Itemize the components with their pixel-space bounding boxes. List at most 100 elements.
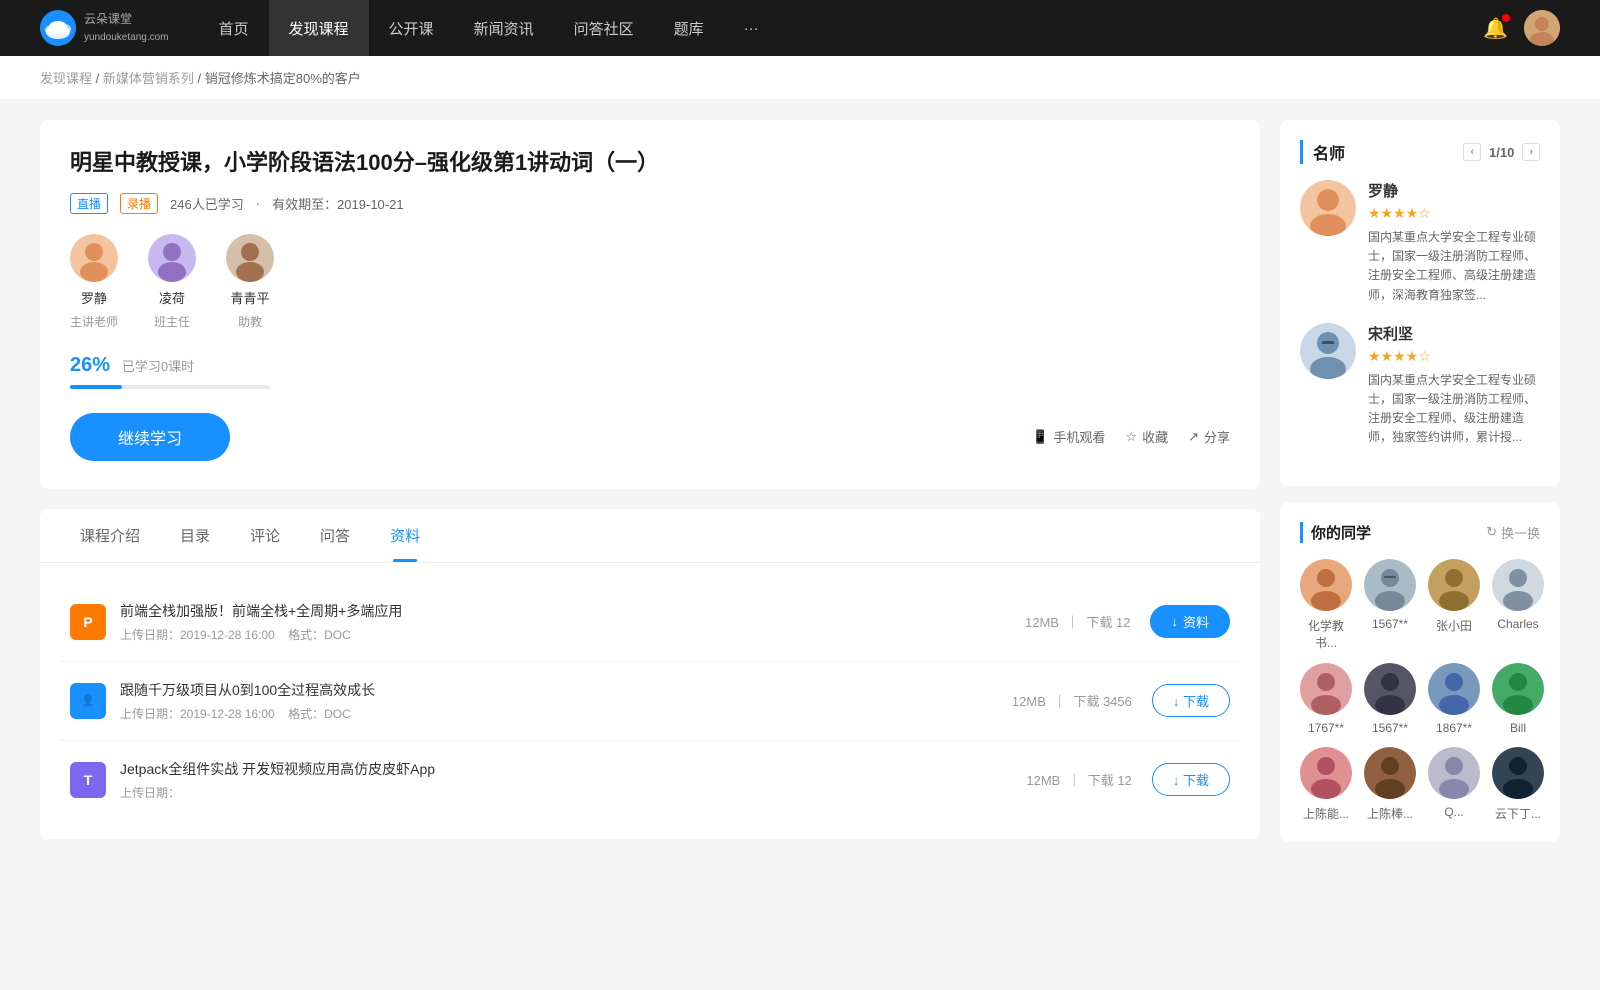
tab-intro[interactable]: 课程介绍 bbox=[60, 509, 160, 562]
classmate-avatar-1 bbox=[1364, 559, 1416, 611]
refresh-icon: ↻ bbox=[1486, 524, 1497, 540]
resource-icon-2: T bbox=[70, 762, 106, 798]
resource-icon-1: 👤 bbox=[70, 683, 106, 719]
navbar: 云朵课堂yundouketang.com 首页 发现课程 公开课 新闻资讯 问答… bbox=[0, 0, 1600, 56]
collect-link[interactable]: ☆ 收藏 bbox=[1125, 427, 1168, 446]
valid-until: · bbox=[256, 196, 260, 211]
share-link[interactable]: ↗ 分享 bbox=[1188, 427, 1230, 446]
breadcrumb-discover[interactable]: 发现课程 bbox=[40, 71, 92, 86]
page-info: 1/10 bbox=[1489, 145, 1514, 160]
sidebar-teacher-stars-1: ★★★★☆ bbox=[1368, 348, 1540, 365]
classmate-2: 张小田 bbox=[1428, 559, 1480, 651]
resource-meta-0: 上传日期：2019-12-28 16:00 格式：DOC bbox=[120, 626, 1025, 643]
download-button-1[interactable]: ↓ 下载 bbox=[1152, 684, 1230, 717]
phone-view-link[interactable]: 📱 手机观看 bbox=[1032, 427, 1105, 446]
bell-icon[interactable]: 🔔 bbox=[1483, 16, 1508, 41]
download-button-0[interactable]: ↓ 资料 bbox=[1150, 605, 1230, 638]
teachers-row: 罗静 主讲老师 凌荷 班主任 bbox=[70, 234, 1230, 330]
resource-stats-0: 12MB ｜ 下载 12 bbox=[1025, 612, 1131, 631]
sidebar: 名师 ‹ 1/10 › 罗静 ★★★★☆ bbox=[1280, 120, 1560, 858]
classmate-name-1: 1567** bbox=[1372, 617, 1408, 631]
classmate-avatar-5 bbox=[1364, 663, 1416, 715]
teacher-0: 罗静 主讲老师 bbox=[70, 234, 118, 330]
action-row: 继续学习 📱 手机观看 ☆ 收藏 ↗ 分享 bbox=[70, 413, 1230, 461]
prev-teacher-btn[interactable]: ‹ bbox=[1463, 143, 1481, 161]
sidebar-teacher-info-1: 宋利坚 ★★★★☆ 国内某重点大学安全工程专业硕士，国家一级注册消防工程师、注册… bbox=[1368, 323, 1540, 448]
classmate-avatar-3 bbox=[1492, 559, 1544, 611]
tab-resources[interactable]: 资料 bbox=[370, 509, 440, 562]
classmate-avatar-9 bbox=[1364, 747, 1416, 799]
teacher-1: 凌荷 班主任 bbox=[148, 234, 196, 330]
teacher-name-0: 罗静 bbox=[81, 288, 107, 307]
nav-home[interactable]: 首页 bbox=[199, 0, 269, 56]
logo[interactable]: 云朵课堂yundouketang.com bbox=[40, 10, 169, 46]
star-icon: ☆ bbox=[1125, 429, 1137, 445]
teachers-panel: 名师 ‹ 1/10 › 罗静 ★★★★☆ bbox=[1280, 120, 1560, 486]
nav-qa[interactable]: 问答社区 bbox=[554, 0, 654, 56]
teacher-2: 青青平 助教 bbox=[226, 234, 274, 330]
next-teacher-btn[interactable]: › bbox=[1522, 143, 1540, 161]
teacher-avatar-1 bbox=[148, 234, 196, 282]
classmate-9: 上陈棒... bbox=[1364, 747, 1416, 822]
classmates-title: 你的同学 bbox=[1300, 522, 1371, 543]
resource-meta-1: 上传日期：2019-12-28 16:00 格式：DOC bbox=[120, 705, 1012, 722]
classmate-name-6: 1867** bbox=[1436, 721, 1472, 735]
valid-date: 有效期至：2019-10-21 bbox=[272, 194, 404, 213]
teacher-name-2: 青青平 bbox=[231, 288, 270, 307]
classmate-avatar-2 bbox=[1428, 559, 1480, 611]
classmate-name-0: 化学教书... bbox=[1300, 617, 1352, 651]
classmate-3: Charles bbox=[1492, 559, 1544, 651]
classmate-name-2: 张小田 bbox=[1436, 617, 1472, 634]
nav-news[interactable]: 新闻资讯 bbox=[454, 0, 554, 56]
classmate-name-5: 1567** bbox=[1372, 721, 1408, 735]
classmates-header: 你的同学 ↻ 换一换 bbox=[1300, 522, 1540, 543]
sidebar-teacher-info-0: 罗静 ★★★★☆ 国内某重点大学安全工程专业硕士，国家一级注册消防工程师、注册安… bbox=[1368, 180, 1540, 305]
sidebar-teacher-name-0: 罗静 bbox=[1368, 180, 1540, 201]
tab-qa[interactable]: 问答 bbox=[300, 509, 370, 562]
classmate-name-11: 云下丁... bbox=[1495, 805, 1541, 822]
sidebar-teacher-avatar-1 bbox=[1300, 323, 1356, 379]
nav-discover[interactable]: 发现课程 bbox=[269, 0, 369, 56]
breadcrumb-series[interactable]: 新媒体营销系列 bbox=[103, 71, 194, 86]
classmates-title-row: 你的同学 bbox=[1300, 522, 1371, 543]
progress-section: 26% 已学习0课时 bbox=[70, 354, 1230, 389]
tab-catalog[interactable]: 目录 bbox=[160, 509, 230, 562]
teacher-role-0: 主讲老师 bbox=[70, 313, 118, 330]
resource-stats-2: 12MB ｜ 下载 12 bbox=[1026, 770, 1132, 789]
course-meta: 直播 录播 246人已学习 · 有效期至：2019-10-21 bbox=[70, 193, 1230, 214]
teacher-role-1: 班主任 bbox=[154, 313, 190, 330]
refresh-button[interactable]: ↻ 换一换 bbox=[1486, 523, 1540, 542]
classmate-4: 1767** bbox=[1300, 663, 1352, 735]
classmate-avatar-6 bbox=[1428, 663, 1480, 715]
classmate-name-10: Q... bbox=[1444, 805, 1463, 819]
tabs-section: 课程介绍 目录 评论 问答 资料 P 前端全栈加强版！前端全栈+全周期+多端应用… bbox=[40, 509, 1260, 839]
progress-bar-bg bbox=[70, 385, 270, 389]
breadcrumb: 发现课程 / 新媒体营销系列 / 销冠修炼术搞定80%的客户 bbox=[0, 56, 1600, 100]
nav-right: 🔔 bbox=[1483, 10, 1560, 46]
progress-bar-fill bbox=[70, 385, 122, 389]
panel-nav: ‹ 1/10 › bbox=[1463, 143, 1540, 161]
classmate-avatar-11 bbox=[1492, 747, 1544, 799]
classmate-name-3: Charles bbox=[1497, 617, 1538, 631]
teacher-avatar-0 bbox=[70, 234, 118, 282]
sidebar-teacher-desc-1: 国内某重点大学安全工程专业硕士，国家一级注册消防工程师、注册安全工程师、级注册建… bbox=[1368, 371, 1540, 448]
nav-open[interactable]: 公开课 bbox=[369, 0, 454, 56]
logo-icon bbox=[40, 10, 76, 46]
share-icon: ↗ bbox=[1188, 429, 1199, 445]
tab-review[interactable]: 评论 bbox=[230, 509, 300, 562]
badge-live: 直播 bbox=[70, 193, 108, 214]
download-button-2[interactable]: ↓ 下载 bbox=[1152, 763, 1230, 796]
refresh-label: 换一换 bbox=[1501, 523, 1540, 542]
nav-more[interactable]: ··· bbox=[724, 0, 779, 56]
tab-content: P 前端全栈加强版！前端全栈+全周期+多端应用 上传日期：2019-12-28 … bbox=[40, 563, 1260, 839]
resource-info-0: 前端全栈加强版！前端全栈+全周期+多端应用 上传日期：2019-12-28 16… bbox=[120, 601, 1025, 643]
classmate-1: 1567** bbox=[1364, 559, 1416, 651]
classmates-grid: 化学教书... 1567** 张小田 bbox=[1300, 559, 1540, 822]
continue-learning-button[interactable]: 继续学习 bbox=[70, 413, 230, 461]
resource-stats-1: 12MB ｜ 下载 3456 bbox=[1012, 691, 1132, 710]
classmate-name-8: 上陈能... bbox=[1303, 805, 1349, 822]
sidebar-teacher-0: 罗静 ★★★★☆ 国内某重点大学安全工程专业硕士，国家一级注册消防工程师、注册安… bbox=[1300, 180, 1540, 305]
nav-exam[interactable]: 题库 bbox=[654, 0, 724, 56]
nav-avatar[interactable] bbox=[1524, 10, 1560, 46]
classmate-6: 1867** bbox=[1428, 663, 1480, 735]
